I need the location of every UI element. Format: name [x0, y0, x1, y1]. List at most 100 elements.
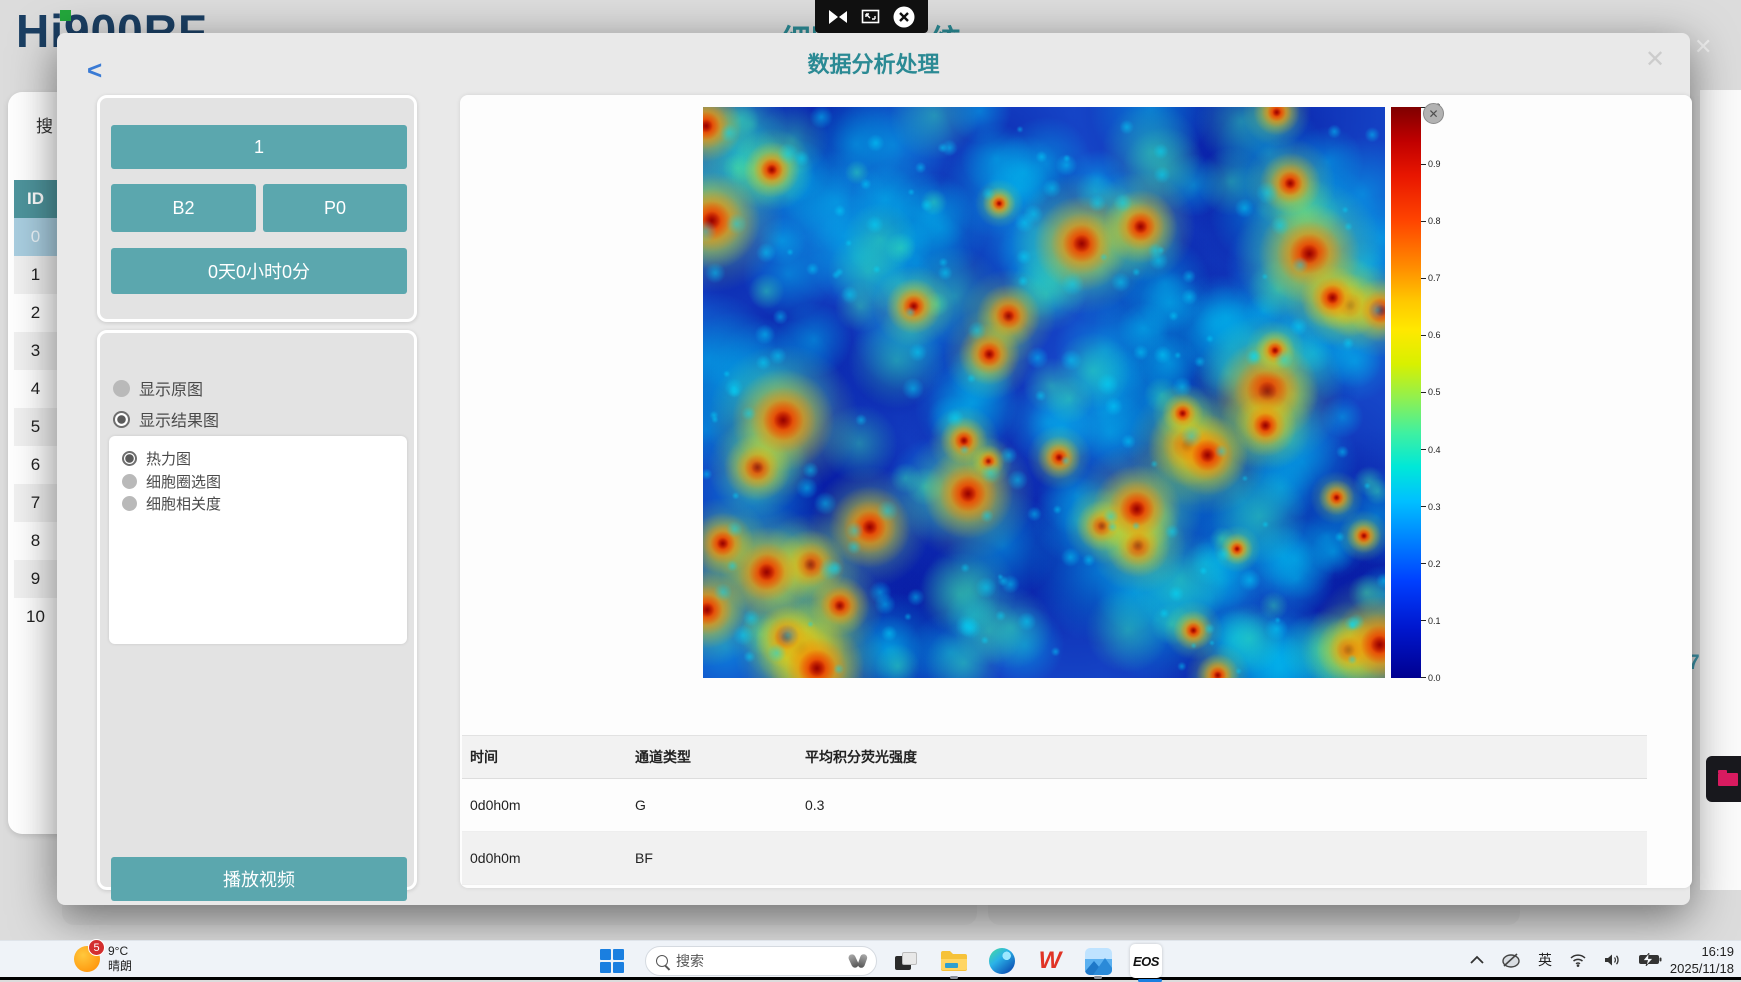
id-row[interactable]: 9 [14, 560, 57, 598]
chart-close-icon[interactable]: ✕ [1423, 103, 1444, 124]
heatmap-radio[interactable]: 热力图 [122, 448, 191, 469]
file-explorer-button[interactable] [938, 946, 970, 976]
earbuds-icon [850, 954, 866, 968]
date: 2025/11/18 [1648, 961, 1734, 978]
eos-app-button[interactable]: EOS [1130, 946, 1162, 976]
colorbar-ticks: 1.0 0.9 0.8 0.7 0.6 0.5 0.4 0.3 0.2 0.1 … [1421, 102, 1461, 683]
photos-app-button[interactable] [1082, 946, 1114, 976]
background-close-icon[interactable]: ✕ [1694, 34, 1712, 60]
radio-label: 细胞相关度 [146, 493, 221, 514]
edge-browser-button[interactable] [986, 946, 1018, 976]
floating-folder-widget[interactable] [1706, 756, 1741, 802]
close-circle-icon[interactable] [892, 5, 916, 29]
id-column-header: ID [14, 180, 57, 218]
colorbar-tick: 0.1 [1421, 616, 1461, 626]
sun-icon: 5 [74, 946, 100, 972]
running-indicator [1094, 976, 1102, 979]
radio-label: 显示原图 [139, 376, 203, 400]
dialog-close-icon[interactable]: ✕ [1645, 45, 1665, 74]
table-row[interactable]: 0d0h0m G 0.3 [462, 779, 1647, 832]
tray-expand-chevron-icon[interactable] [1470, 955, 1484, 964]
id-row[interactable]: 3 [14, 332, 57, 370]
weather-badge: 5 [88, 939, 105, 956]
result-type-card: 热力图 细胞圈选图 细胞相关度 [109, 436, 407, 644]
windows-logo-icon [613, 949, 624, 960]
radio-icon [122, 496, 137, 511]
id-row[interactable]: 8 [14, 522, 57, 560]
id-row[interactable]: 5 [14, 408, 57, 446]
cell-intensity: 0.3 [805, 797, 1647, 813]
id-row[interactable]: 6 [14, 446, 57, 484]
weather-temp: 9°C [108, 944, 132, 959]
folder-icon [940, 949, 968, 973]
clock[interactable]: 16:19 2025/11/18 [1648, 944, 1734, 978]
cell-circle-radio[interactable]: 细胞圈选图 [122, 471, 221, 492]
wifi-icon[interactable] [1569, 953, 1587, 967]
marker-icon[interactable] [827, 9, 849, 25]
weather-condition: 晴朗 [108, 959, 132, 974]
id-row[interactable]: 2 [14, 294, 57, 332]
volume-icon[interactable] [1604, 953, 1621, 967]
table-row[interactable]: 0d0h0m BF [462, 832, 1647, 885]
search-icon [656, 955, 668, 967]
colorbar [1391, 107, 1421, 678]
radio-icon [122, 474, 137, 489]
play-video-button[interactable]: 播放视频 [111, 857, 407, 901]
notifications-off-icon[interactable] [1501, 952, 1521, 968]
well-b2-button[interactable]: B2 [111, 184, 256, 232]
colorbar-tick: 0.5 [1421, 387, 1461, 397]
start-button[interactable] [600, 949, 624, 973]
search-label: 搜索 [676, 951, 842, 971]
radio-icon [113, 380, 130, 397]
windows-logo-icon [600, 949, 611, 960]
cell-channel: BF [635, 850, 805, 866]
wps-office-button[interactable]: W [1034, 946, 1066, 976]
data-analysis-dialog: < 数据分析处理 ✕ 1 B2 P0 0天0小时0分 显示原图 显示结果图 热力… [57, 33, 1690, 905]
show-original-radio[interactable]: 显示原图 [113, 376, 203, 400]
well-info-card: 1 B2 P0 0天0小时0分 [97, 95, 417, 322]
id-row[interactable]: 0 [14, 218, 57, 256]
id-row[interactable]: 10 [14, 598, 57, 636]
show-result-radio[interactable]: 显示结果图 [113, 407, 219, 431]
fluorescence-heatmap-image[interactable] [703, 107, 1385, 678]
analysis-content-card: 1.0 0.9 0.8 0.7 0.6 0.5 0.4 0.3 0.2 0.1 … [460, 95, 1692, 888]
weather-widget[interactable]: 5 9°C 晴朗 [74, 944, 132, 974]
cell-time: 0d0h0m [462, 850, 635, 866]
windows-taskbar: 5 9°C 晴朗 搜索 W EOS [0, 940, 1741, 980]
running-indicator [950, 976, 958, 979]
col-header-time: 时间 [462, 747, 635, 767]
cell-time: 0d0h0m [462, 797, 635, 813]
magenta-folder-icon [1718, 773, 1738, 786]
results-table-header: 时间 通道类型 平均积分荧光强度 [462, 735, 1647, 779]
colorbar-tick: 0.4 [1421, 445, 1461, 455]
floating-capture-toolbar [815, 0, 928, 33]
well-number-button[interactable]: 1 [111, 125, 407, 169]
cell-correlation-radio[interactable]: 细胞相关度 [122, 493, 221, 514]
colorbar-tick: 0.3 [1421, 502, 1461, 512]
dialog-title: 数据分析处理 [57, 47, 1690, 79]
background-id-table: ID 0 1 2 3 4 5 6 7 8 9 10 [14, 180, 57, 636]
colorbar-tick: 0.6 [1421, 330, 1461, 340]
photos-icon [1085, 948, 1112, 975]
radio-label: 细胞圈选图 [146, 471, 221, 492]
id-row[interactable]: 7 [14, 484, 57, 522]
radio-selected-icon [113, 411, 130, 428]
colorbar-tick: 0.0 [1421, 673, 1461, 683]
language-indicator[interactable]: 英 [1538, 950, 1552, 970]
taskbar-search-box[interactable]: 搜索 [645, 946, 877, 976]
colorbar-tick: 0.7 [1421, 273, 1461, 283]
cell-channel: G [635, 797, 805, 813]
task-view-icon [895, 952, 917, 970]
resize-icon[interactable] [861, 8, 880, 25]
time: 16:19 [1648, 944, 1734, 961]
id-row[interactable]: 4 [14, 370, 57, 408]
duration-button[interactable]: 0天0小时0分 [111, 248, 407, 294]
background-search-label-partial: 搜 [36, 112, 53, 137]
eos-icon: EOS [1130, 944, 1162, 978]
col-header-intensity: 平均积分荧光强度 [805, 747, 1647, 767]
id-row[interactable]: 1 [14, 256, 57, 294]
colorbar-tick: 0.9 [1421, 159, 1461, 169]
well-p0-button[interactable]: P0 [263, 184, 407, 232]
results-table: 时间 通道类型 平均积分荧光强度 0d0h0m G 0.3 0d0h0m BF [462, 735, 1647, 885]
task-view-button[interactable] [890, 946, 922, 976]
